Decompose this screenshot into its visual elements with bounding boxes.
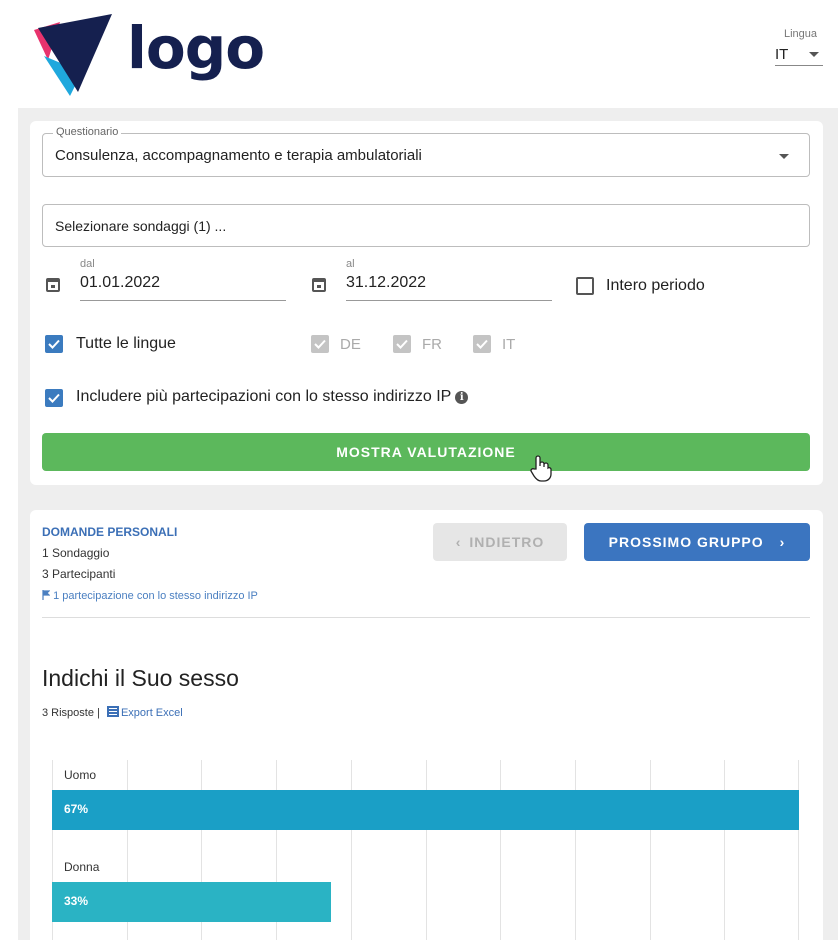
gridline	[575, 760, 576, 940]
surveys-value: Selezionare sondaggi (1) ...	[55, 218, 227, 234]
gridline	[351, 760, 352, 940]
check-icon	[48, 339, 60, 349]
date-to-field[interactable]: al 31.12.2022	[312, 258, 552, 304]
flag-icon	[42, 590, 51, 600]
participants-count: 3 Partecipanti	[42, 567, 116, 581]
date-from-input[interactable]: 01.01.2022	[80, 274, 286, 301]
language-label-de: DE	[340, 336, 361, 353]
excel-icon[interactable]	[106, 706, 119, 717]
include-ip-label: Includere più partecipazioni con lo stes…	[76, 388, 452, 405]
language-label: Lingua	[783, 28, 817, 40]
chevron-down-icon	[779, 154, 789, 159]
gridline	[724, 760, 725, 940]
next-button-label: PROSSIMO GRUPPO	[608, 534, 764, 550]
language-select[interactable]: IT	[775, 44, 823, 66]
language-selector[interactable]: Lingua IT	[775, 28, 823, 66]
gridline	[650, 760, 651, 940]
bar-value-label: 67%	[64, 802, 89, 816]
chart-bar: 33%	[52, 882, 331, 922]
date-from-field[interactable]: dal 01.01.2022	[46, 258, 286, 304]
language-label-it: IT	[502, 336, 516, 353]
ip-note-link[interactable]: 1 partecipazione con lo stesso indirizzo…	[42, 590, 258, 602]
back-button-label: INDIETRO	[469, 534, 545, 550]
responses-count: 3 Risposte |	[42, 707, 100, 719]
date-to-label: al	[346, 258, 355, 270]
logo-text: logo	[127, 14, 265, 82]
chevron-right-icon: ›	[779, 534, 786, 550]
language-checkbox-fr[interactable]	[393, 335, 411, 353]
include-ip-row: Includere più partecipazioni con lo stes…	[76, 388, 469, 406]
date-to-input[interactable]: 31.12.2022	[346, 274, 552, 301]
questionnaire-label: Questionario	[53, 126, 122, 138]
language-value: IT	[775, 46, 789, 63]
language-label-fr: FR	[422, 336, 442, 353]
check-icon	[314, 339, 326, 349]
date-from-label: dal	[80, 258, 95, 270]
calendar-icon[interactable]	[312, 278, 326, 292]
export-excel-link[interactable]: Export Excel	[121, 707, 183, 719]
category-label: Uomo	[64, 768, 97, 782]
chevron-left-icon: ‹	[455, 534, 462, 550]
check-icon	[396, 339, 408, 349]
info-icon[interactable]: i	[455, 391, 469, 404]
back-button[interactable]: ‹ INDIETRO	[433, 523, 567, 561]
bar-chart: Uomo 67% Donna 33%	[52, 760, 799, 940]
gridline	[798, 760, 799, 940]
language-checkbox-de[interactable]	[311, 335, 329, 353]
check-icon	[476, 339, 488, 349]
category-label: Donna	[64, 860, 100, 874]
language-checkbox-it[interactable]	[473, 335, 491, 353]
chart-bar: 67%	[52, 790, 799, 830]
bar-value-label: 33%	[64, 894, 89, 908]
surveys-count: 1 Sondaggio	[42, 546, 110, 560]
chevron-down-icon	[809, 52, 819, 57]
gridline	[426, 760, 427, 940]
hand-pointer-icon	[530, 455, 552, 482]
include-ip-checkbox[interactable]	[45, 389, 63, 407]
check-icon	[48, 393, 60, 403]
questionnaire-value: Consulenza, accompagnamento e terapia am…	[55, 147, 422, 164]
ip-note-text: 1 partecipazione con lo stesso indirizzo…	[53, 590, 258, 602]
question-title: Indichi il Suo sesso	[42, 665, 239, 691]
question-meta: 3 Risposte | Export Excel	[42, 706, 183, 719]
whole-period-checkbox[interactable]	[576, 277, 594, 295]
gridline	[500, 760, 501, 940]
whole-period-label: Intero periodo	[606, 277, 705, 294]
next-group-button[interactable]: PROSSIMO GRUPPO ›	[584, 523, 810, 561]
group-title: DOMANDE PERSONALI	[42, 525, 178, 539]
divider	[42, 617, 810, 618]
all-languages-label: Tutte le lingue	[76, 335, 176, 352]
questionnaire-select[interactable]: Questionario Consulenza, accompagnamento…	[42, 126, 810, 177]
surveys-select[interactable]: Selezionare sondaggi (1) ...	[42, 204, 810, 247]
all-languages-checkbox[interactable]	[45, 335, 63, 353]
calendar-icon[interactable]	[46, 278, 60, 292]
show-evaluation-button[interactable]: MOSTRA VALUTAZIONE	[42, 433, 810, 471]
app-header: logo Lingua IT	[0, 0, 838, 108]
